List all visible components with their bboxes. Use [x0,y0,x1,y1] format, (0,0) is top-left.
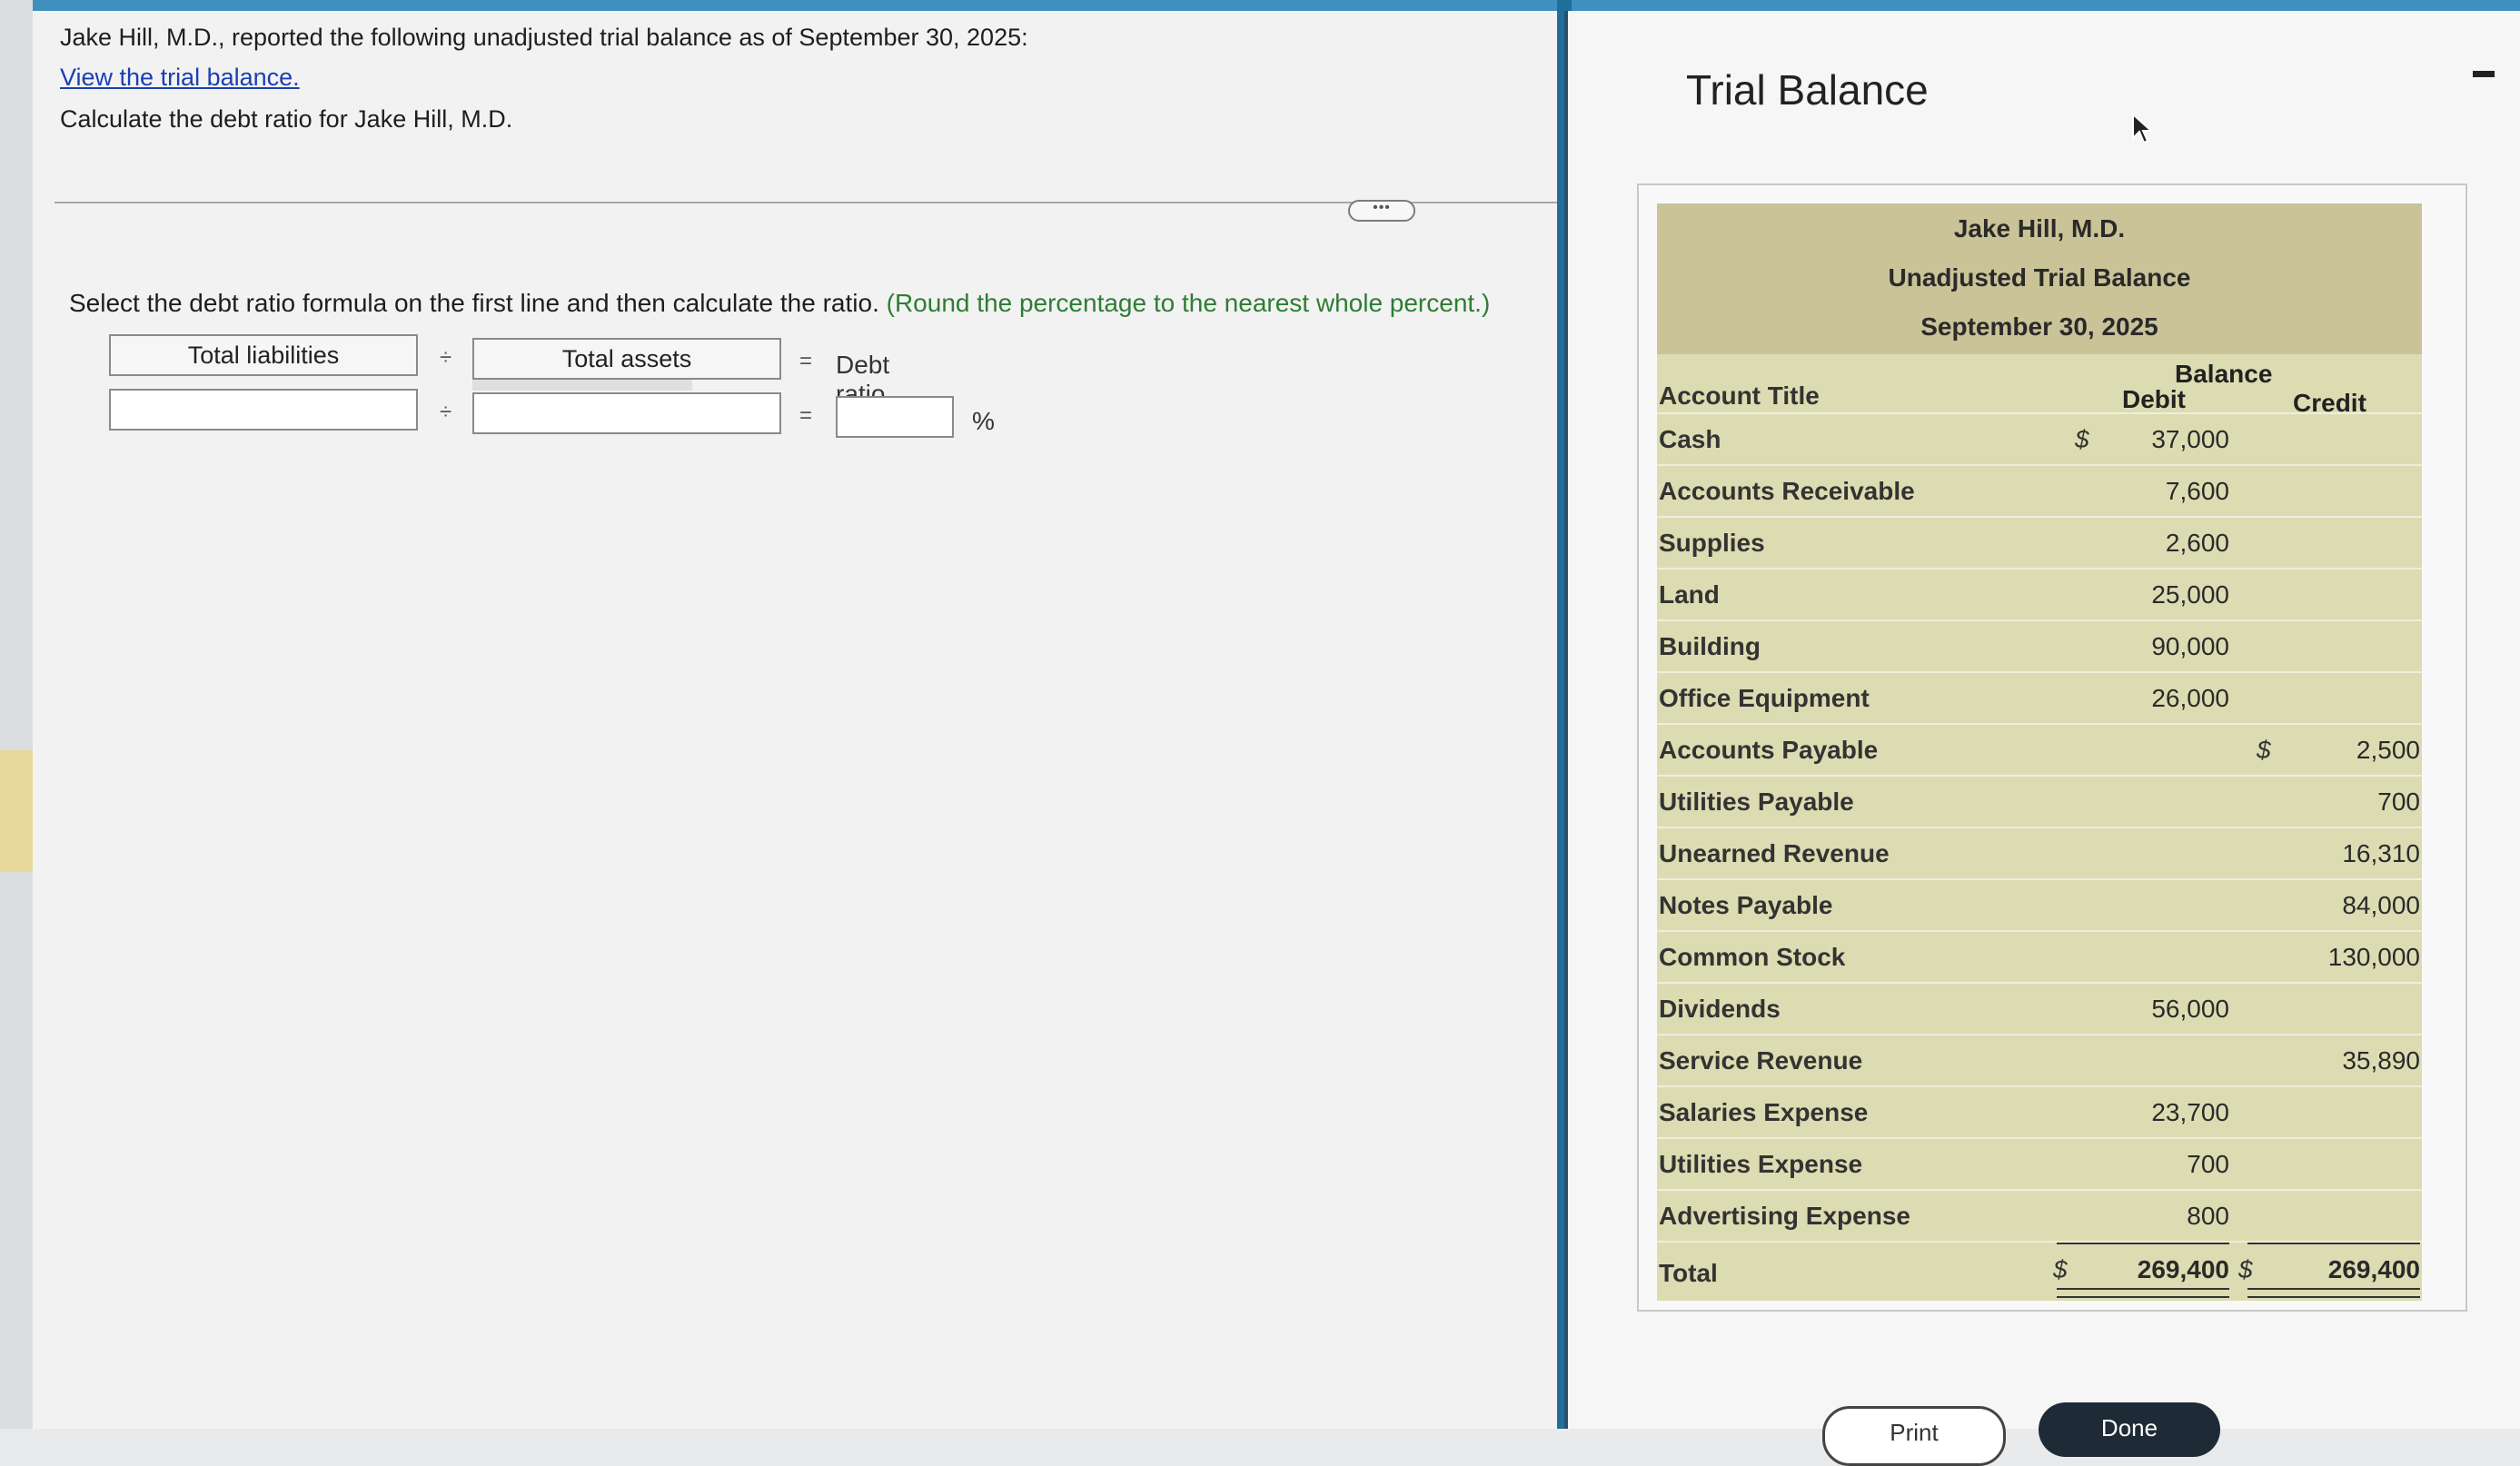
account-title: Utilities Expense [1659,1150,1863,1178]
credit-sum-line [2247,1243,2420,1244]
debit-amount: 7,600 [2165,477,2229,505]
account-title: Utilities Payable [1659,787,1854,816]
question-pane: Jake Hill, M.D., reported the following … [33,11,1557,1429]
equals-sign: = [799,349,813,373]
question-prompt: Calculate the debt ratio for Jake Hill, … [60,105,513,133]
print-button[interactable]: Print [1822,1406,2006,1466]
trial-balance-frame: Jake Hill, M.D. Unadjusted Trial Balance… [1637,183,2467,1312]
account-title: Advertising Expense [1659,1202,1910,1230]
account-title: Common Stock [1659,943,1846,971]
numerator-select[interactable]: Total liabilities [109,334,418,376]
top-bar [0,0,2520,11]
mouse-cursor-icon [2131,112,2155,150]
credit-amount: 130,000 [2327,943,2420,971]
total-debit-currency: $ [2053,1255,2068,1283]
done-button[interactable]: Done [2039,1402,2220,1457]
account-title: Cash [1659,425,1721,453]
debt-ratio-input[interactable] [836,396,954,438]
view-trial-balance-link[interactable]: View the trial balance. [60,64,300,92]
account-title: Supplies [1659,529,1765,557]
table-row: Advertising Expense 800 [1657,1191,2422,1243]
debit-currency: $ [2075,425,2089,453]
table-row: Utilities Payable 700 [1657,777,2422,828]
total-label: Total [1659,1259,1718,1287]
table-row: Common Stock 130,000 [1657,932,2422,984]
account-title: Unearned Revenue [1659,839,1890,867]
table-row: Office Equipment 26,000 [1657,673,2422,725]
debit-amount: 26,000 [2151,684,2229,712]
account-title: Land [1659,580,1720,609]
column-header-row: Balance Account Title Debit Credit [1657,354,2422,417]
account-title: Building [1659,632,1761,660]
debit-amount: 2,600 [2165,529,2229,557]
table-row: Utilities Expense 700 [1657,1139,2422,1191]
table-row: Accounts Payable $2,500 [1657,725,2422,777]
debit-amount: 700 [2187,1150,2229,1178]
table-row: Accounts Receivable 7,600 [1657,466,2422,518]
minimize-icon[interactable] [2473,71,2495,77]
table-row: Supplies 2,600 [1657,518,2422,570]
table-body: Balance Account Title Debit Credit Cash $… [1657,354,2422,1301]
denominator-input[interactable] [472,392,781,434]
credit-currency: $ [2257,736,2271,764]
trial-balance-popup: Trial Balance Jake Hill, M.D. Unadjusted… [1564,11,2520,1466]
report-name: Unadjusted Trial Balance [1888,263,2191,292]
credit-amount: 84,000 [2342,891,2420,919]
debit-amount: 90,000 [2151,632,2229,660]
popup-title: Trial Balance [1686,66,1929,114]
instruction-text: Select the debt ratio formula on the fir… [69,289,1490,318]
account-title: Salaries Expense [1659,1098,1869,1126]
instruction-main: Select the debt ratio formula on the fir… [69,289,879,317]
table-header-block: Jake Hill, M.D. Unadjusted Trial Balance… [1657,203,2422,354]
table-row: Building 90,000 [1657,621,2422,673]
total-credit-currency: $ [2238,1255,2253,1283]
debit-amount: 25,000 [2151,580,2229,609]
account-title: Office Equipment [1659,684,1870,712]
debit-amount: 23,700 [2151,1098,2229,1126]
account-title: Accounts Payable [1659,736,1879,764]
table-row: Salaries Expense 23,700 [1657,1087,2422,1139]
total-credit: 269,400 [2327,1255,2420,1283]
table-row: Dividends 56,000 [1657,984,2422,1035]
debit-header: Debit [2122,385,2186,413]
table-row: Cash $37,000 [1657,414,2422,466]
report-date: September 30, 2025 [1920,312,2158,341]
total-debit: 269,400 [2137,1255,2229,1283]
expand-handle-icon[interactable]: ••• [1348,200,1415,222]
left-edge-strip [0,0,33,1429]
debit-amount: 800 [2187,1202,2229,1230]
credit-amount: 16,310 [2342,839,2420,867]
instruction-hint: (Round the percentage to the nearest who… [886,289,1491,317]
credit-double-underline [2247,1288,2420,1298]
account-title: Accounts Receivable [1659,477,1915,505]
account-title-header: Account Title [1659,381,1820,410]
denominator-select[interactable]: Total assets [472,338,781,380]
credit-amount: 700 [2377,787,2420,816]
table-row: Notes Payable 84,000 [1657,880,2422,932]
account-title: Service Revenue [1659,1046,1863,1075]
divide-sign-2: ÷ [440,400,452,424]
trial-balance-table: Jake Hill, M.D. Unadjusted Trial Balance… [1657,203,2422,1301]
credit-amount: 2,500 [2356,736,2420,764]
account-title: Dividends [1659,995,1781,1023]
numerator-input[interactable] [109,389,418,431]
divide-sign: ÷ [440,345,452,370]
company-name: Jake Hill, M.D. [1953,214,2126,243]
debit-amount: 56,000 [2151,995,2229,1023]
table-row: Service Revenue 35,890 [1657,1035,2422,1087]
debit-sum-line [2057,1243,2229,1244]
table-row: Land 25,000 [1657,570,2422,621]
debit-double-underline [2057,1288,2229,1298]
balance-header: Balance [2175,360,2273,388]
percent-sign: % [972,407,995,435]
pane-divider [55,202,1557,203]
account-title: Notes Payable [1659,891,1833,919]
table-row: Unearned Revenue 16,310 [1657,828,2422,880]
credit-amount: 35,890 [2342,1046,2420,1075]
total-row: Total $ 269,400 $ 269,400 [1657,1243,2422,1301]
equals-sign-2: = [799,403,813,428]
debit-amount: 37,000 [2151,425,2229,453]
question-intro: Jake Hill, M.D., reported the following … [60,24,1028,51]
